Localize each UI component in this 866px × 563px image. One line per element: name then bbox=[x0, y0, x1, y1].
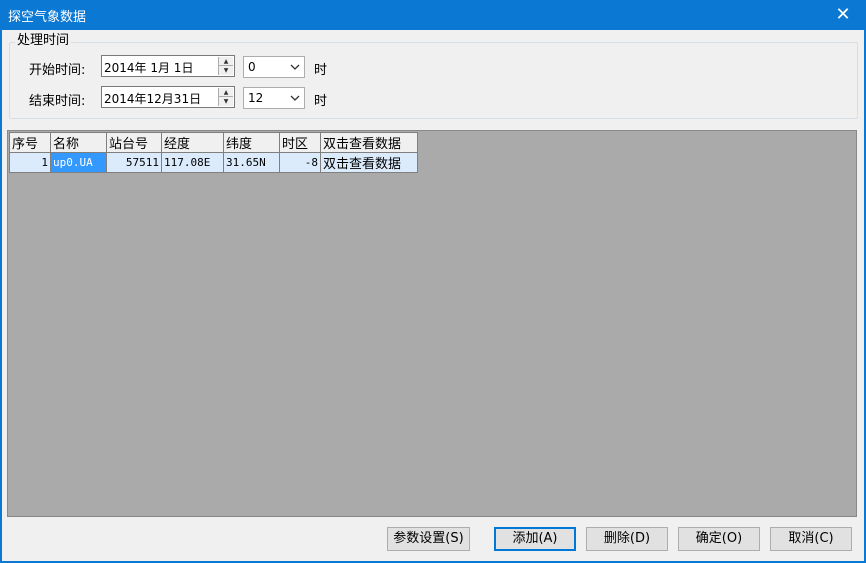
cell-view-data[interactable]: 双击查看数据 bbox=[320, 152, 418, 173]
end-hour-unit: 时 bbox=[314, 94, 328, 109]
cell-latitude[interactable]: 31.65N bbox=[223, 152, 280, 173]
time-groupbox: 处理时间 开始时间: 2014年 1月 1日 ▲ ▼ 0 时 结束时间: 201… bbox=[9, 33, 858, 119]
chevron-down-icon bbox=[290, 64, 300, 70]
cell-timezone[interactable]: -8 bbox=[279, 152, 321, 173]
end-date-spinner[interactable]: ▲ ▼ bbox=[218, 88, 233, 106]
table-row[interactable]: 1 up0.UA 57511 117.08E 31.65N -8 双击查看数据 bbox=[9, 152, 418, 173]
close-icon[interactable]: ✕ bbox=[820, 0, 866, 30]
title-bar[interactable]: 探空气象数据 ✕ bbox=[0, 0, 866, 30]
start-date-value: 2014年 1月 1日 bbox=[104, 61, 194, 75]
chevron-down-icon bbox=[290, 95, 300, 101]
delete-button[interactable]: 删除(D) bbox=[586, 527, 668, 551]
cell-longitude[interactable]: 117.08E bbox=[161, 152, 224, 173]
group-label: 处理时间 bbox=[15, 33, 72, 49]
col-header-station[interactable]: 站台号 bbox=[106, 132, 162, 153]
spin-up-icon[interactable]: ▲ bbox=[219, 57, 233, 66]
col-header-view[interactable]: 双击查看数据 bbox=[320, 132, 418, 153]
table-header-row: 序号 名称 站台号 经度 纬度 时区 双击查看数据 bbox=[9, 132, 418, 153]
dialog-window: 探空气象数据 ✕ 处理时间 开始时间: 2014年 1月 1日 ▲ ▼ 0 时 … bbox=[0, 0, 866, 563]
start-date-spinner[interactable]: ▲ ▼ bbox=[218, 57, 233, 75]
col-header-name[interactable]: 名称 bbox=[50, 132, 107, 153]
start-date-picker[interactable]: 2014年 1月 1日 ▲ ▼ bbox=[101, 55, 235, 77]
window-title: 探空气象数据 bbox=[8, 10, 87, 25]
params-button[interactable]: 参数设置(S) bbox=[387, 527, 470, 551]
start-hour-value: 0 bbox=[248, 60, 256, 74]
col-header-longitude[interactable]: 经度 bbox=[161, 132, 224, 153]
col-header-latitude[interactable]: 纬度 bbox=[223, 132, 280, 153]
spin-up-icon[interactable]: ▲ bbox=[219, 88, 233, 97]
ok-button[interactable]: 确定(O) bbox=[678, 527, 760, 551]
spin-down-icon[interactable]: ▼ bbox=[219, 97, 233, 106]
col-header-index[interactable]: 序号 bbox=[9, 132, 51, 153]
start-hour-select[interactable]: 0 bbox=[243, 56, 305, 78]
cell-station[interactable]: 57511 bbox=[106, 152, 162, 173]
end-hour-select[interactable]: 12 bbox=[243, 87, 305, 109]
start-hour-unit: 时 bbox=[314, 63, 328, 78]
start-time-label: 开始时间: bbox=[29, 63, 86, 78]
end-date-picker[interactable]: 2014年12月31日 ▲ ▼ bbox=[101, 86, 235, 108]
cell-name[interactable]: up0.UA bbox=[50, 152, 107, 173]
cancel-button[interactable]: 取消(C) bbox=[770, 527, 852, 551]
end-date-value: 2014年12月31日 bbox=[104, 92, 202, 106]
add-button[interactable]: 添加(A) bbox=[494, 527, 576, 551]
col-header-timezone[interactable]: 时区 bbox=[279, 132, 321, 153]
data-grid[interactable]: 序号 名称 站台号 经度 纬度 时区 双击查看数据 1 up0.UA 57511 bbox=[7, 130, 857, 517]
end-hour-value: 12 bbox=[248, 91, 264, 105]
cell-index[interactable]: 1 bbox=[9, 152, 51, 173]
data-table: 序号 名称 站台号 经度 纬度 时区 双击查看数据 1 up0.UA 57511 bbox=[9, 132, 418, 173]
end-time-label: 结束时间: bbox=[29, 94, 86, 109]
dialog-body: 处理时间 开始时间: 2014年 1月 1日 ▲ ▼ 0 时 结束时间: 201… bbox=[2, 30, 864, 561]
spin-down-icon[interactable]: ▼ bbox=[219, 66, 233, 75]
